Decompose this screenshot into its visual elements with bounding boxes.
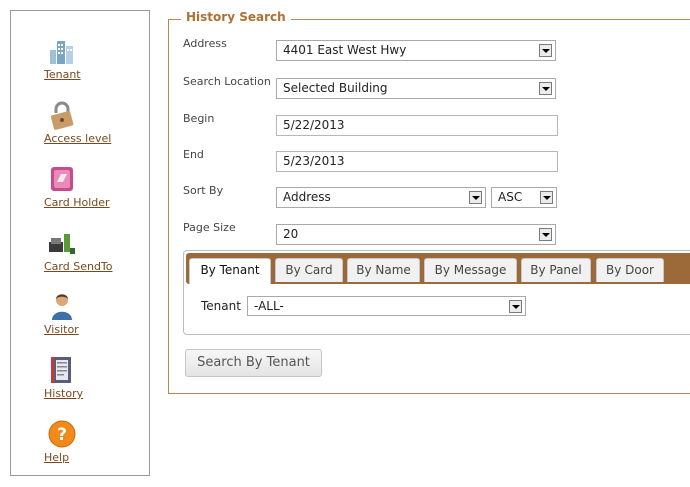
chevron-down-icon xyxy=(539,82,552,95)
sidebar-item-label[interactable]: Help xyxy=(44,451,134,464)
chevron-down-icon xyxy=(509,300,522,313)
tab-by-card[interactable]: By Card xyxy=(275,258,343,282)
begin-label: Begin xyxy=(183,112,215,125)
sidebar-item-label[interactable]: Card SendTo xyxy=(44,260,134,273)
end-date-input[interactable]: 5/23/2013 xyxy=(276,151,558,172)
search-location-select[interactable]: Selected Building xyxy=(276,78,556,99)
search-location-select-value: Selected Building xyxy=(283,81,388,95)
sidebar-item-label[interactable]: History xyxy=(44,387,134,400)
help-icon: ? xyxy=(48,420,76,448)
chevron-down-icon xyxy=(540,191,553,204)
tab-by-door[interactable]: By Door xyxy=(596,258,664,282)
chevron-down-icon xyxy=(539,228,552,241)
sort-order-select[interactable]: ASC xyxy=(491,187,557,208)
history-icon xyxy=(51,357,71,383)
tab-by-message[interactable]: By Message xyxy=(424,258,517,282)
sidebar-item-history[interactable]: History xyxy=(44,355,134,400)
sidebar-item-label[interactable]: Access level xyxy=(44,132,134,145)
card-sendto-icon xyxy=(49,234,75,254)
svg-text:?: ? xyxy=(57,425,67,445)
sort-by-select[interactable]: Address xyxy=(276,187,486,208)
address-select[interactable]: 4401 East West Hwy xyxy=(276,40,556,61)
page-size-select-value: 20 xyxy=(283,227,299,241)
address-select-value: 4401 East West Hwy xyxy=(283,43,407,57)
end-label: End xyxy=(183,148,204,161)
tenant-filter-label: Tenant xyxy=(201,299,241,313)
sidebar-item-card-sendto[interactable]: Card SendTo xyxy=(44,228,134,273)
tab-by-panel[interactable]: By Panel xyxy=(521,258,591,282)
sort-by-select-value: Address xyxy=(283,190,331,204)
page-size-label: Page Size xyxy=(183,221,236,234)
sidebar-item-label[interactable]: Card Holder xyxy=(44,196,134,209)
building-icon xyxy=(50,41,73,64)
search-location-label: Search Location xyxy=(183,75,271,88)
tab-by-tenant[interactable]: By Tenant xyxy=(189,258,271,284)
tab-by-name[interactable]: By Name xyxy=(347,258,420,282)
tenant-filter-select-value: -ALL- xyxy=(254,299,284,313)
sidebar-item-card-holder[interactable]: Card Holder xyxy=(44,164,134,209)
sidebar-item-access-level[interactable]: Access level xyxy=(44,100,134,145)
search-by-tenant-button[interactable]: Search By Tenant xyxy=(185,349,322,377)
sidebar-item-label[interactable]: Tenant xyxy=(44,68,134,81)
begin-date-input[interactable]: 5/22/2013 xyxy=(276,115,558,136)
fieldset-legend: History Search xyxy=(181,10,291,24)
visitor-icon xyxy=(52,294,72,320)
card-holder-icon xyxy=(51,167,73,191)
sidebar-item-help[interactable]: ? Help xyxy=(44,419,134,464)
sidebar-item-visitor[interactable]: Visitor xyxy=(44,291,134,336)
sidebar-item-tenant[interactable]: Tenant xyxy=(44,36,134,81)
sidebar-item-label[interactable]: Visitor xyxy=(44,323,134,336)
sort-by-label: Sort By xyxy=(183,184,224,197)
address-label: Address xyxy=(183,37,227,50)
padlock-icon xyxy=(50,101,74,130)
chevron-down-icon xyxy=(539,44,552,57)
sort-order-select-value: ASC xyxy=(498,190,523,204)
page-size-select[interactable]: 20 xyxy=(276,224,556,245)
chevron-down-icon xyxy=(469,191,482,204)
tenant-filter-select[interactable]: -ALL- xyxy=(247,296,526,316)
